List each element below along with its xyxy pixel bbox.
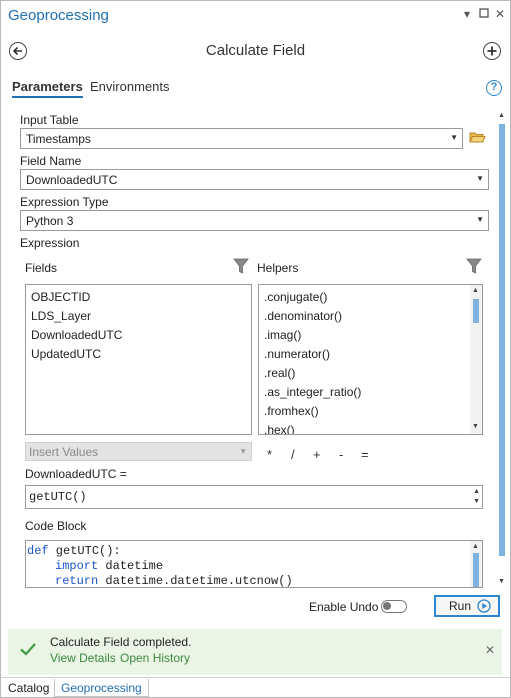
expression-type-label: Expression Type (20, 195, 109, 209)
tool-title: Calculate Field (205, 42, 306, 59)
enable-undo-toggle[interactable] (381, 600, 407, 613)
list-item[interactable]: .real() (264, 366, 295, 380)
code-line: return datetime.datetime.utcnow() (55, 574, 293, 588)
operator-minus[interactable]: - (339, 447, 343, 462)
fields-filter-icon[interactable] (233, 258, 249, 278)
code-keyword: return (55, 574, 99, 588)
pane-menu-icon[interactable]: ▾ (461, 7, 473, 21)
insert-values-dropdown[interactable]: Insert Values ▼ (25, 442, 252, 461)
play-icon (477, 599, 491, 616)
tab-geoprocessing[interactable]: Geoprocessing (54, 679, 149, 697)
list-item[interactable]: .fromhex() (264, 404, 319, 418)
chevron-down-icon: ▼ (476, 215, 484, 224)
field-name-label: Field Name (20, 154, 82, 168)
scroll-up-icon[interactable]: ▲ (498, 112, 505, 119)
code-line: import datetime (55, 559, 163, 573)
scroll-up-icon[interactable]: ▲ (472, 543, 479, 550)
input-table-value: Timestamps (26, 132, 91, 146)
helpers-label: Helpers (257, 261, 299, 275)
checkmark-icon (19, 641, 37, 660)
list-item[interactable]: .hex() (264, 423, 295, 434)
list-item[interactable]: .numerator() (264, 347, 330, 361)
fields-label: Fields (25, 261, 58, 275)
operator-multiply[interactable]: * (267, 447, 272, 462)
operator-plus[interactable]: + (313, 447, 321, 462)
folder-icon[interactable] (469, 130, 486, 147)
scroll-thumb[interactable] (473, 553, 479, 587)
field-name-dropdown[interactable]: DownloadedUTC ▼ (20, 169, 489, 190)
list-item[interactable]: OBJECTID (31, 290, 90, 304)
tab-environments[interactable]: Environments (90, 79, 169, 94)
input-table-label: Input Table (20, 113, 79, 127)
fields-list[interactable]: OBJECTID LDS_Layer DownloadedUTC Updated… (25, 284, 252, 435)
scroll-thumb[interactable] (499, 124, 505, 556)
expression-spinner[interactable]: ▲ ▼ (473, 487, 480, 507)
expression-input[interactable]: getUTC() ▲ ▼ (25, 485, 483, 509)
expression-value: getUTC() (29, 490, 87, 504)
chevron-down-icon: ▼ (476, 174, 484, 183)
close-pane-icon[interactable]: ✕ (494, 7, 506, 21)
expression-type-dropdown[interactable]: Python 3 ▼ (20, 210, 489, 231)
list-item[interactable]: DownloadedUTC (31, 328, 122, 342)
insert-values-placeholder: Insert Values (29, 445, 99, 459)
list-item[interactable]: .as_integer_ratio() (264, 385, 361, 399)
code-scrollbar[interactable]: ▲ (470, 541, 482, 587)
scroll-down-icon[interactable]: ▼ (472, 423, 479, 430)
code-line: def getUTC(): (27, 544, 121, 558)
code-text: datetime.datetime.utcnow() (98, 574, 293, 588)
list-item[interactable]: .conjugate() (264, 290, 327, 304)
list-item[interactable]: .denominator() (264, 309, 342, 323)
bottom-tab-divider (1, 677, 510, 678)
chevron-down-icon: ▼ (239, 447, 247, 456)
operator-divide[interactable]: / (291, 447, 295, 462)
code-keyword: import (55, 559, 99, 573)
code-block-label: Code Block (25, 519, 87, 533)
helpers-scrollbar[interactable]: ▲ ▼ (470, 285, 482, 434)
status-message: Calculate Field completed. (50, 635, 192, 649)
field-name-value: DownloadedUTC (26, 173, 118, 187)
list-item[interactable]: UpdatedUTC (31, 347, 101, 361)
input-table-dropdown[interactable]: Timestamps ▼ (20, 128, 463, 149)
assignment-label: DownloadedUTC = (25, 467, 127, 481)
code-block-editor[interactable]: def getUTC(): import datetime return dat… (25, 540, 483, 588)
open-history-link[interactable]: Open History (120, 651, 190, 665)
tab-catalog[interactable]: Catalog (2, 679, 55, 697)
help-icon[interactable]: ? (486, 80, 502, 96)
chevron-down-icon: ▼ (450, 133, 458, 142)
scroll-up-icon[interactable]: ▲ (472, 287, 479, 294)
status-message-bar: Calculate Field completed. View Details … (8, 629, 502, 675)
toggle-knob (383, 602, 391, 610)
view-details-link[interactable]: View Details (50, 651, 116, 665)
code-keyword: def (27, 544, 49, 558)
maximize-icon[interactable] (478, 7, 490, 21)
code-text: getUTC(): (48, 544, 121, 558)
list-item[interactable]: .imag() (264, 328, 301, 342)
dismiss-icon[interactable]: ✕ (485, 643, 495, 657)
expression-label: Expression (20, 236, 80, 250)
list-item[interactable]: LDS_Layer (31, 309, 91, 323)
expression-type-value: Python 3 (26, 214, 74, 228)
operator-equals[interactable]: = (361, 447, 369, 462)
enable-undo-label: Enable Undo (309, 600, 379, 614)
code-text: datetime (98, 559, 164, 573)
add-icon[interactable] (483, 42, 501, 60)
run-button[interactable]: Run (434, 595, 500, 617)
run-label: Run (449, 599, 472, 613)
helpers-filter-icon[interactable] (466, 258, 482, 278)
scroll-thumb[interactable] (473, 299, 479, 323)
pane-scrollbar[interactable]: ▲ ▼ (497, 112, 507, 590)
tab-parameters[interactable]: Parameters (12, 79, 83, 98)
scroll-down-icon[interactable]: ▼ (498, 578, 505, 585)
helpers-list[interactable]: .conjugate() .denominator() .imag() .num… (258, 284, 483, 435)
pane-title: Geoprocessing (8, 7, 109, 24)
